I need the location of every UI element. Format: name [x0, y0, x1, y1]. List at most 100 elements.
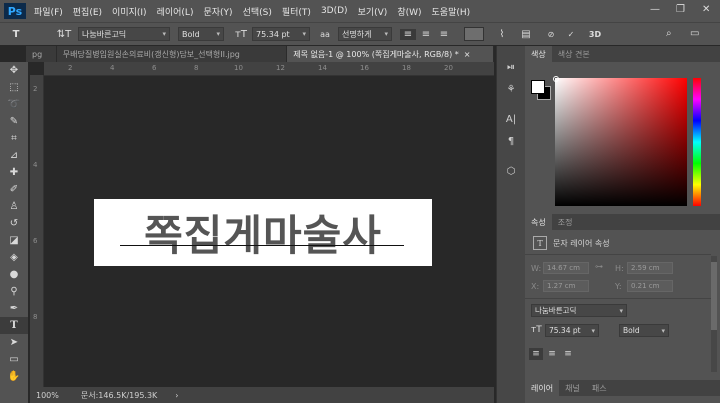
move-tool-icon[interactable]: ✥ [0, 62, 28, 79]
menu-layer[interactable]: 레이어(L) [157, 5, 194, 18]
document-canvas[interactable]: 쪽집게마술사 [94, 199, 432, 266]
commit-icon[interactable]: ✓ [564, 30, 578, 39]
eraser-tool-icon[interactable]: ◪ [0, 232, 28, 249]
zoom-level[interactable]: 100% [36, 391, 59, 400]
align-right-icon[interactable]: ≡ [561, 348, 575, 360]
minimize-icon[interactable]: — [650, 4, 660, 15]
menu-edit[interactable]: 편집(E) [73, 5, 102, 18]
text-orientation-icon[interactable]: ⇅T [54, 29, 74, 40]
healing-tool-icon[interactable]: ✚ [0, 164, 28, 181]
antialias-select[interactable]: 선명하게 ▾ [338, 27, 392, 41]
font-size-icon: ᴛT [235, 28, 247, 40]
character-panel-icon[interactable]: A| [497, 108, 525, 130]
pen-tool-icon[interactable]: ✒ [0, 300, 28, 317]
align-center-icon[interactable]: ≡ [418, 29, 434, 40]
font-style-value: Bold [182, 29, 200, 39]
props-font-family-select[interactable]: 나눔바른고딕 ▾ [531, 304, 627, 317]
align-right-icon[interactable]: ≡ [436, 29, 452, 40]
align-left-icon[interactable]: ≡ [400, 28, 416, 40]
brush-tool-icon[interactable]: ✐ [0, 181, 28, 198]
eyedropper-tool-icon[interactable]: ⊿ [0, 147, 28, 164]
tab-doc-3[interactable]: 제목 없음-1 @ 100% (쪽집게마술사, RGB/8) * × [287, 46, 494, 62]
scrollbar-thumb[interactable] [711, 262, 717, 330]
props-font-size-select[interactable]: 75.34 pt ▾ [545, 324, 599, 337]
history-brush-tool-icon[interactable]: ↺ [0, 215, 28, 232]
type-tool-icon[interactable]: T [0, 317, 28, 334]
canvas-text-layer[interactable]: 쪽집게마술사 [144, 202, 382, 263]
type-tool-icon[interactable]: T [4, 29, 28, 40]
tab-adjustments[interactable]: 조정 [552, 214, 579, 230]
tab-properties[interactable]: 속성 [525, 214, 552, 230]
tab-layers[interactable]: 레이어 [525, 380, 560, 396]
marquee-tool-icon[interactable]: ⬚ [0, 79, 28, 96]
crop-tool-icon[interactable]: ⌗ [0, 130, 28, 147]
ruler-left: 2 4 6 8 [30, 75, 44, 387]
menu-3d[interactable]: 3D(D) [321, 6, 348, 16]
tab-swatches[interactable]: 색상 견본 [552, 46, 596, 62]
lasso-tool-icon[interactable]: ➰ [0, 96, 28, 113]
hand-tool-icon[interactable]: ✋ [0, 368, 28, 385]
font-size-value: 75.34 pt [256, 29, 290, 39]
tab-paths[interactable]: 패스 [586, 380, 613, 396]
rectangle-tool-icon[interactable]: ▭ [0, 351, 28, 368]
chevron-down-icon: ▾ [661, 326, 665, 335]
layers-panel-tabs: 레이어 채널 패스 [525, 380, 720, 396]
blur-tool-icon[interactable]: ● [0, 266, 28, 283]
font-style-select[interactable]: Bold ▾ [178, 27, 224, 41]
props-font-style-select[interactable]: Bold ▾ [619, 324, 669, 337]
color-picker-field[interactable] [555, 78, 687, 206]
menu-window[interactable]: 창(W) [397, 5, 421, 18]
ruler-tick: 2 [33, 85, 38, 93]
dodge-tool-icon[interactable]: ⚲ [0, 283, 28, 300]
quick-select-tool-icon[interactable]: ✎ [0, 113, 28, 130]
menu-help[interactable]: 도움말(H) [432, 5, 471, 18]
menu-type[interactable]: 문자(Y) [203, 5, 232, 18]
warp-text-icon[interactable]: ⌇ [494, 29, 510, 40]
3d-mode-button[interactable]: 3D [586, 30, 604, 39]
properties-header: T 문자 레이어 속성 [533, 236, 610, 250]
menu-select[interactable]: 선택(S) [243, 5, 272, 18]
search-icon[interactable]: ⌕ [666, 28, 672, 39]
menu-image[interactable]: 이미지(I) [112, 5, 147, 18]
tab-channels[interactable]: 채널 [559, 380, 586, 396]
hue-slider[interactable] [693, 78, 701, 206]
x-field[interactable]: 1.27 cm [543, 280, 589, 292]
properties-scrollbar[interactable] [711, 256, 717, 372]
path-select-tool-icon[interactable]: ➤ [0, 334, 28, 351]
3d-panel-icon[interactable]: ⬡ [497, 160, 525, 182]
workspace-icon[interactable]: ▭ [690, 28, 699, 39]
close-icon[interactable]: × [464, 50, 471, 59]
antialias-value: 선명하게 [342, 29, 372, 39]
cancel-icon[interactable]: ⊘ [544, 30, 558, 39]
clone-stamp-tool-icon[interactable]: ♙ [0, 198, 28, 215]
restore-icon[interactable]: ❐ [676, 4, 685, 15]
tab-doc-1[interactable]: pg [26, 46, 57, 62]
menu-file[interactable]: 파일(F) [34, 5, 63, 18]
tools-panel: ✥ ⬚ ➰ ✎ ⌗ ⊿ ✚ ✐ ♙ ↺ ◪ ◈ ● ⚲ ✒ T ➤ ▭ ✋ [0, 62, 28, 403]
paint-bucket-tool-icon[interactable]: ◈ [0, 249, 28, 266]
height-field[interactable]: 2.59 cm [627, 262, 673, 274]
menu-filter[interactable]: 필터(T) [282, 5, 311, 18]
color-picker-cursor[interactable] [553, 76, 559, 82]
brush-panel-icon[interactable]: ⚘ [497, 78, 525, 100]
history-panel-icon[interactable]: ⏯ [497, 56, 525, 78]
status-menu-arrow[interactable]: › [175, 391, 178, 400]
ruler-tick: 6 [33, 237, 38, 245]
width-field[interactable]: 14.67 cm [543, 262, 589, 274]
ruler-tick: 14 [318, 64, 327, 72]
link-icon[interactable]: ⊶ [595, 262, 603, 271]
align-center-icon[interactable]: ≡ [545, 348, 559, 360]
menu-view[interactable]: 보기(V) [358, 5, 388, 18]
font-family-select[interactable]: 나눔바른고딕 ▾ [78, 27, 170, 41]
tab-color[interactable]: 색상 [525, 46, 552, 62]
align-left-icon[interactable]: ≡ [529, 348, 543, 360]
y-field[interactable]: 0.21 cm [627, 280, 673, 292]
close-icon[interactable]: ✕ [702, 4, 710, 15]
paragraph-panel-icon[interactable]: ¶ [497, 130, 525, 152]
text-color-swatch[interactable] [464, 27, 484, 41]
character-panel-icon[interactable]: ▤ [518, 29, 534, 40]
font-size-select[interactable]: 75.34 pt ▾ [252, 27, 310, 41]
foreground-color-swatch[interactable] [531, 80, 545, 94]
ruler-tick: 8 [194, 64, 199, 72]
tab-doc-2[interactable]: 무배당질병입원실손의료비(갱신형)담보_선택형II.jpg [56, 46, 288, 62]
